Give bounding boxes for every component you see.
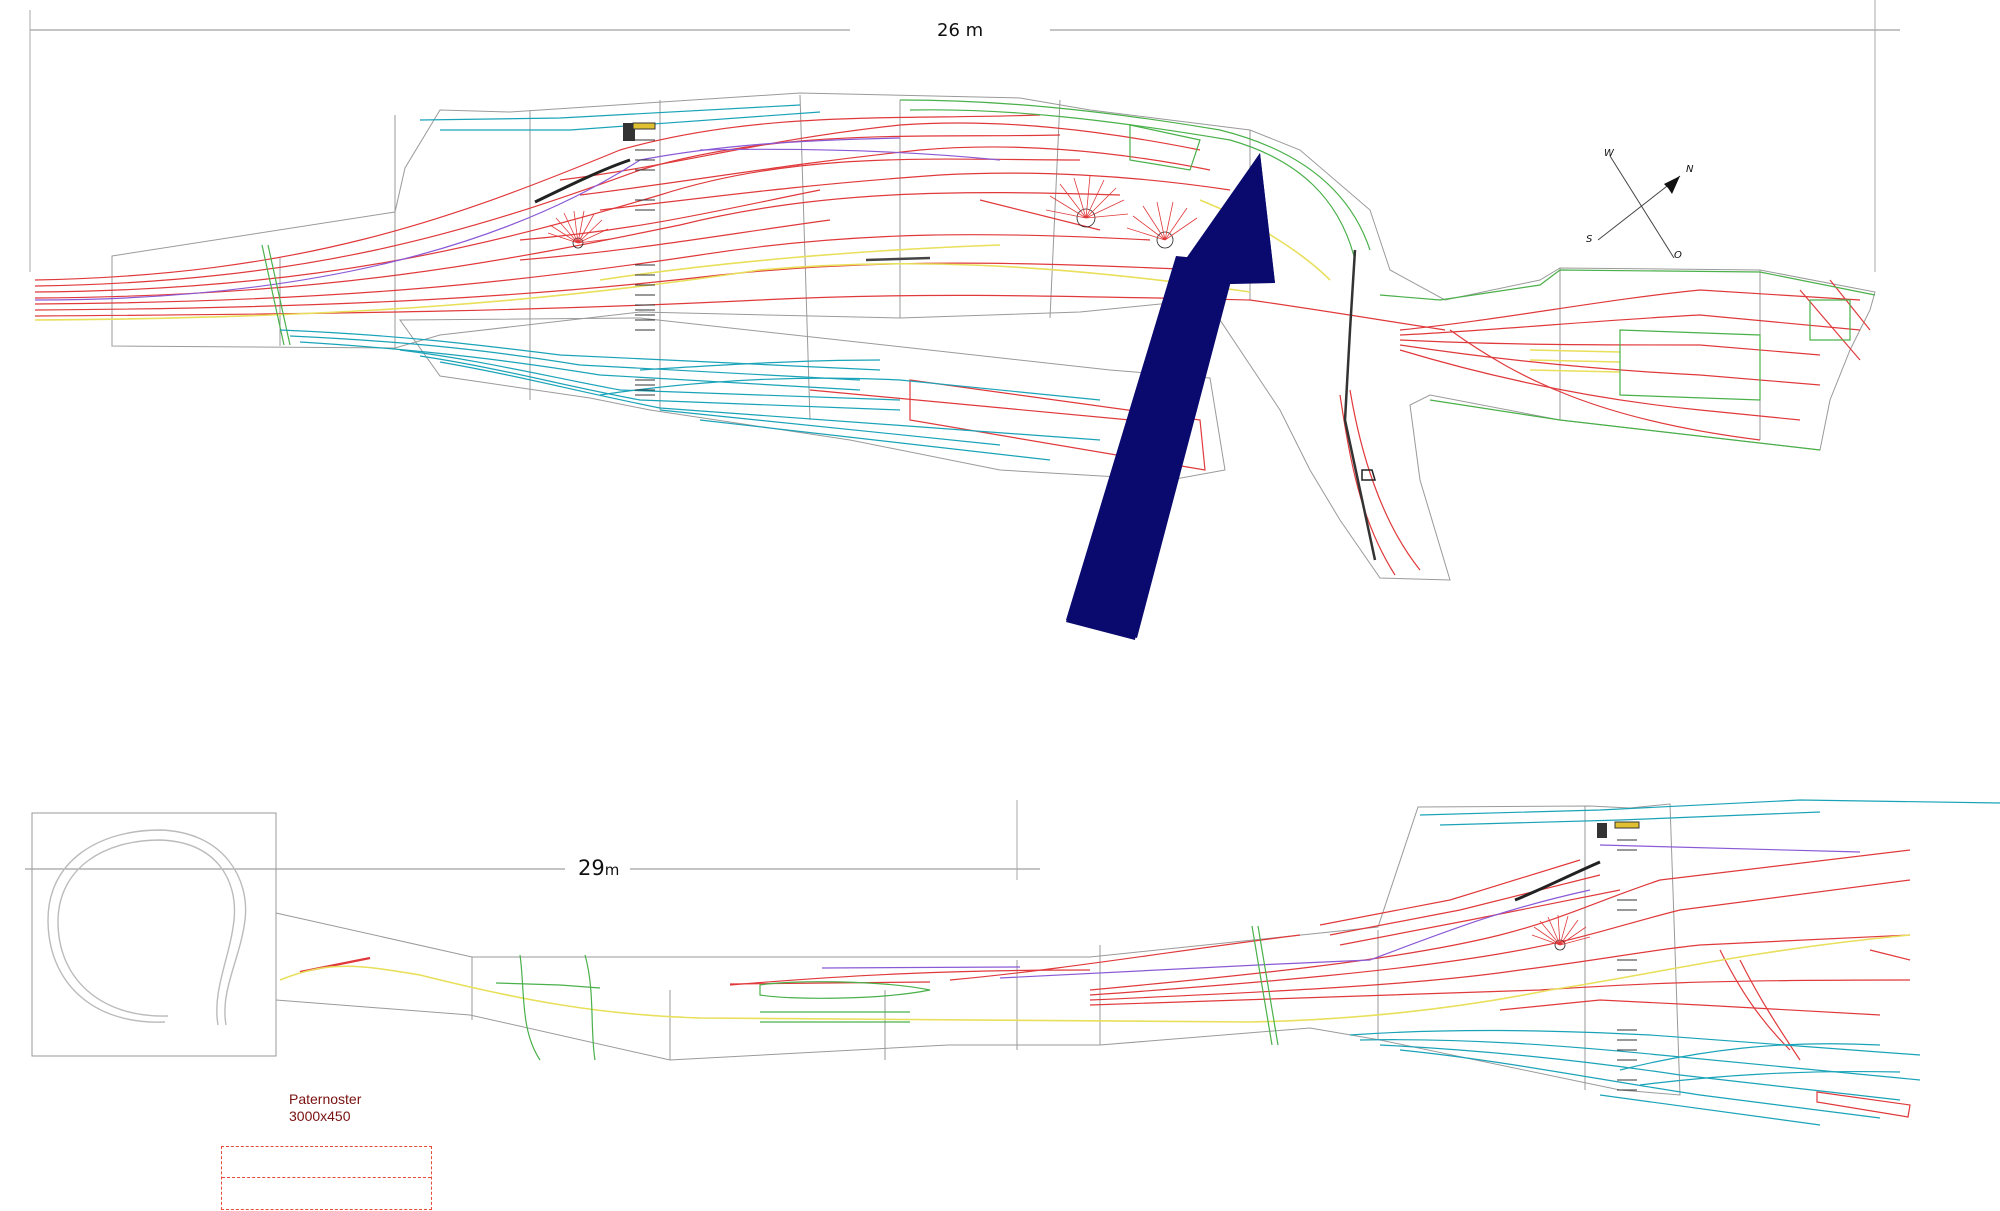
pointer-arrow-shaft (1066, 256, 1236, 638)
top-crossing-column (635, 139, 655, 396)
top-plan: 26 m W N S O (29, 0, 1900, 640)
bottom-turntable (1531, 914, 1591, 951)
top-purple-tracks (34, 137, 1001, 301)
paternoster-title: Paternoster (289, 1091, 362, 1107)
turntable-1 (547, 210, 611, 249)
compass-rose: W N S O (1586, 148, 1694, 261)
paternoster-label: Paternoster 3000x450 (289, 1091, 361, 1125)
compass-label-o: O (1674, 250, 1682, 261)
helix-loop (47, 829, 247, 1026)
paternoster-footprint (221, 1146, 432, 1210)
top-main-tracks (34, 114, 1871, 576)
bottom-purple-tracks (821, 844, 1861, 979)
top-board-outline (111, 92, 1876, 581)
compass-label-n: N (1686, 164, 1694, 175)
top-green-lines (261, 99, 1876, 451)
paternoster-size: 3000x450 (289, 1108, 351, 1124)
compass-label-s: S (1586, 234, 1593, 245)
track-plan-diagram: 26 m W N S O 29m (25, 0, 2000, 1126)
compass-label-w: W (1604, 148, 1615, 159)
bottom-plan: 29m (25, 799, 2000, 1126)
bottom-dimension-line: 29m (25, 800, 1040, 880)
turntable-3 (1126, 201, 1198, 249)
bottom-main-tracks (299, 849, 1911, 1118)
bottom-dimension-label: 29m (578, 856, 619, 880)
top-dimension-label: 26 m (937, 20, 983, 41)
top-yellow-tracks (34, 199, 1621, 373)
north-arrow-icon (1664, 176, 1680, 194)
